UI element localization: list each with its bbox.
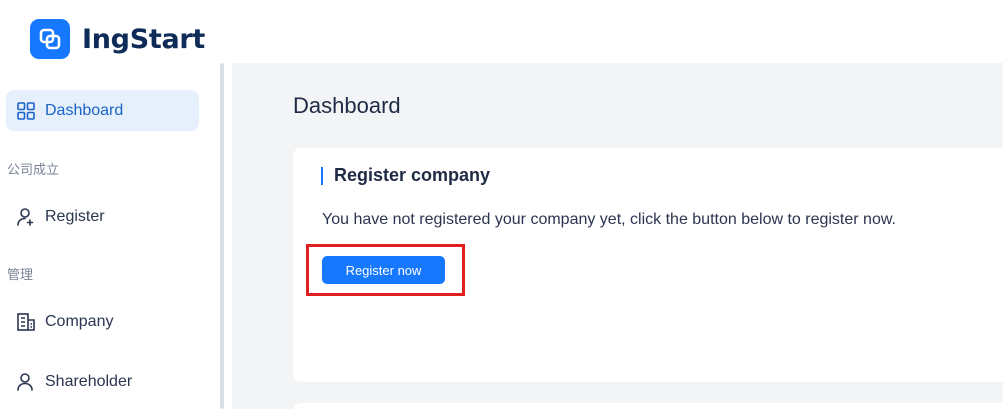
grid-icon: [16, 101, 36, 121]
brand-logo[interactable]: IngStart: [30, 19, 205, 59]
sidebar-item-dashboard[interactable]: Dashboard: [6, 90, 199, 131]
secondary-card: [293, 403, 1003, 409]
brand-name: IngStart: [82, 23, 205, 55]
sidebar-item-label: Company: [45, 312, 114, 330]
register-now-button[interactable]: Register now: [322, 256, 445, 284]
card-title: Register company: [334, 165, 491, 185]
sidebar-item-label: Shareholder: [45, 372, 133, 390]
users-icon: [16, 372, 36, 392]
sidebar-item-register[interactable]: Register: [6, 196, 199, 237]
sidebar-scrollbar[interactable]: [220, 63, 224, 409]
group-label-management: 管理: [7, 267, 34, 282]
app-root: IngStart Dashboard 公司成立 Register 管理 Comp…: [0, 0, 1003, 409]
square-layers-icon: [30, 19, 70, 59]
register-company-card: Register company You have not registered…: [293, 148, 1003, 382]
user-add-icon: [16, 207, 36, 227]
sidebar-item-label: Dashboard: [45, 101, 124, 119]
page-title: Dashboard: [293, 93, 401, 118]
card-title-accent: [321, 167, 323, 185]
sidebar-item-shareholder[interactable]: Shareholder: [6, 361, 199, 402]
sidebar-item-company[interactable]: Company: [6, 301, 199, 342]
sidebar-item-label: Register: [45, 207, 105, 225]
group-label-company-formation: 公司成立: [7, 162, 60, 177]
building-icon: [16, 312, 36, 332]
card-description: You have not registered your company yet…: [322, 211, 896, 228]
main-content: Dashboard Register company You have not …: [232, 63, 1003, 409]
sidebar: Dashboard 公司成立 Register 管理 Company Share…: [0, 63, 220, 409]
